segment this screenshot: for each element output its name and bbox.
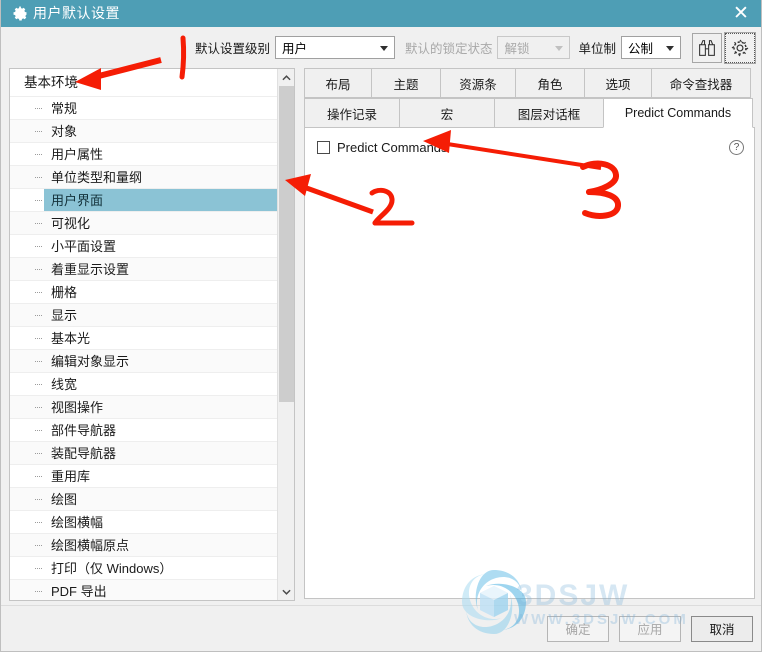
tab-row-1: 布局 主题 资源条 角色 选项 命令查找器 [304, 68, 755, 98]
unit-system-label: 单位制 [578, 42, 616, 56]
cancel-button[interactable]: 取消 [691, 615, 753, 642]
tab-3-row2[interactable]: 图层对话框 [494, 98, 604, 128]
predict-commands-check-row: Predict Commands [305, 128, 754, 155]
tree-item-label: 显示 [51, 308, 78, 323]
default-lock-state-select: 解锁 [497, 36, 571, 59]
tree-item[interactable]: 线宽 [10, 373, 279, 396]
tab-row-2: 操作记录宏图层对话框 Predict Commands [304, 98, 755, 128]
tree-root-basic-environment[interactable]: 基本环境 [10, 69, 279, 97]
tree-item-label: 打印（仅 Windows） [51, 561, 173, 576]
dialog-footer: 确定 应用 取消 [1, 605, 761, 651]
tree-item[interactable]: 部件导航器 [10, 419, 279, 442]
tab-2-row1[interactable]: 主题 [371, 68, 441, 98]
chevron-down-icon [379, 45, 388, 51]
close-icon[interactable]: ✕ [719, 0, 761, 27]
tree-item-label: 常规 [51, 101, 78, 116]
apply-button: 应用 [619, 615, 681, 642]
tree-item-label: 重用库 [51, 469, 91, 484]
default-level-select[interactable]: 用户 [274, 36, 395, 59]
question-mark-icon[interactable]: ? [729, 140, 744, 155]
tab-5-row1[interactable]: 选项 [584, 68, 652, 98]
tab-4-row2[interactable]: Predict Commands [603, 98, 753, 128]
predict-commands-label[interactable]: Predict Commands [337, 140, 448, 155]
tree-item-label: 线宽 [51, 377, 78, 392]
tree-item[interactable]: 可视化 [10, 212, 279, 235]
tree-item[interactable]: 小平面设置 [10, 235, 279, 258]
scrollbar-thumb[interactable] [279, 86, 294, 402]
tree-item-label: 绘图 [51, 492, 78, 507]
tree-item-label: 视图操作 [51, 400, 104, 415]
tree-item[interactable]: 常规 [10, 97, 279, 120]
tree-item-label: 绘图横幅 [51, 515, 104, 530]
tree-scrollbar[interactable] [277, 69, 294, 600]
settings-toolbar: 默认设置级别 用户 默认的锁定状态 解锁 单位制 公制 [1, 27, 761, 68]
tree-item-label: 基本光 [51, 331, 91, 346]
default-level-label: 默认设置级别 [194, 42, 270, 56]
tree-item-label: 编辑对象显示 [51, 354, 130, 369]
tree-item[interactable]: 装配导航器 [10, 442, 279, 465]
tree-item-label: 绘图横幅原点 [51, 538, 130, 553]
gear-icon[interactable] [724, 31, 756, 64]
settings-right-pane: 布局 主题 资源条 角色 选项 命令查找器 操作记录宏图层对话框 Predict Comma… [304, 68, 755, 601]
predict-commands-checkbox[interactable] [317, 141, 330, 154]
gear-icon [7, 6, 33, 21]
user-default-settings-dialog: 用户默认设置 ✕ 默认设置级别 用户 默认的锁定状态 解锁 单位制 公制 基本环… [0, 0, 762, 652]
tree-item[interactable]: 用户属性 [10, 143, 279, 166]
tab-1-row1[interactable]: 布局 [304, 68, 372, 98]
tree-item-label: PDF 导出 [51, 584, 107, 599]
tree-item-label: 小平面设置 [51, 239, 117, 254]
tree-item-label: 用户界面 [51, 193, 104, 208]
tree-item[interactable]: 绘图 [10, 488, 279, 511]
tree-item[interactable]: 着重显示设置 [10, 258, 279, 281]
tree-item[interactable]: 显示 [10, 304, 279, 327]
tree-item[interactable]: 重用库 [10, 465, 279, 488]
default-lock-state-value: 解锁 [504, 42, 530, 56]
tree-item[interactable]: PDF 导出 [10, 580, 279, 600]
tab-2-row2[interactable]: 宏 [399, 98, 495, 128]
tree-item-label: 单位类型和量纲 [51, 170, 143, 185]
tree-item[interactable]: 基本光 [10, 327, 279, 350]
chevron-up-icon[interactable] [278, 69, 294, 86]
settings-tree: 基本环境 常规对象用户属性单位类型和量纲 用户界面可视化小平面设置着重显示设置 栅格… [10, 69, 279, 600]
tree-item[interactable]: 视图操作 [10, 396, 279, 419]
tab-4-row1[interactable]: 角色 [515, 68, 585, 98]
tree-item[interactable]: 绘图横幅 [10, 511, 279, 534]
settings-tree-panel: 基本环境 常规对象用户属性单位类型和量纲 用户界面可视化小平面设置着重显示设置 栅格… [9, 68, 295, 601]
tree-item[interactable]: 绘图横幅原点 [10, 534, 279, 557]
tree-item-label: 对象 [51, 124, 78, 139]
chevron-down-icon[interactable] [278, 583, 294, 600]
unit-system-select[interactable]: 公制 [621, 36, 681, 59]
default-level-value: 用户 [281, 42, 307, 56]
settings-tabs: 布局 主题 资源条 角色 选项 命令查找器 操作记录宏图层对话框 Predict Comma… [304, 68, 755, 128]
tree-item-label: 着重显示设置 [51, 262, 130, 277]
tree-item-label: 装配导航器 [51, 446, 117, 461]
tree-item[interactable]: 编辑对象显示 [10, 350, 279, 373]
chevron-down-icon [666, 45, 674, 51]
tree-item-label: 栅格 [51, 285, 78, 300]
chevron-down-icon [555, 45, 564, 51]
default-lock-state-label: 默认的锁定状态 [404, 42, 493, 56]
titlebar: 用户默认设置 ✕ [1, 0, 761, 27]
tree-item[interactable]: 栅格 [10, 281, 279, 304]
window-title: 用户默认设置 [33, 5, 120, 21]
ok-button: 确定 [547, 615, 609, 642]
tree-item-list: 常规对象用户属性单位类型和量纲 用户界面可视化小平面设置着重显示设置 栅格显示基本光… [10, 97, 279, 600]
tree-item[interactable]: 打印（仅 Windows） [10, 557, 279, 580]
tab-1-row2[interactable]: 操作记录 [304, 98, 400, 128]
tree-item-label: 部件导航器 [51, 423, 117, 438]
tab-6-row1[interactable]: 命令查找器 [651, 68, 751, 98]
tree-item-label: 用户属性 [51, 147, 104, 162]
tree-item-label: 可视化 [51, 216, 91, 231]
tree-item[interactable]: 用户界面 [10, 189, 279, 212]
tree-item[interactable]: 对象 [10, 120, 279, 143]
binoculars-icon[interactable] [692, 32, 722, 63]
tree-item[interactable]: 单位类型和量纲 [10, 166, 279, 189]
tab-3-row1[interactable]: 资源条 [440, 68, 516, 98]
predict-commands-panel: Predict Commands ? [304, 127, 755, 599]
